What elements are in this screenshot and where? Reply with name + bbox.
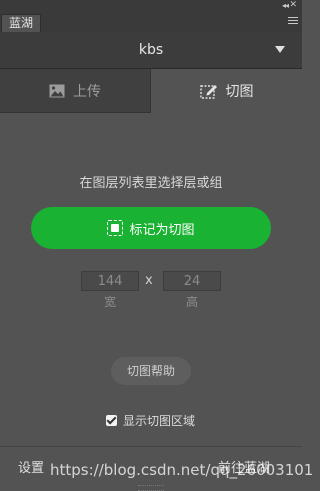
tab-upload-label: 上传: [73, 84, 101, 100]
height-input[interactable]: 24: [163, 271, 221, 291]
selection-hint: 在图层列表里选择层或组: [79, 176, 223, 191]
tab-slice-label: 切图: [225, 84, 254, 100]
mark-as-slice-label: 标记为切图: [129, 222, 195, 238]
close-panel-icon[interactable]: ✕: [289, 0, 297, 10]
footer-divider: [0, 446, 302, 447]
show-slice-area-label: 显示切图区域: [123, 414, 196, 428]
tab-slice[interactable]: 切图: [151, 69, 302, 113]
image-icon: [49, 84, 65, 98]
account-name[interactable]: kbs: [0, 32, 302, 68]
mark-as-slice-button[interactable]: 标记为切图: [31, 207, 271, 249]
panel-header: [0, 0, 302, 32]
show-slice-area-checkbox[interactable]: [106, 415, 117, 426]
height-label: 高: [185, 295, 198, 309]
panel-menu-icon[interactable]: [288, 17, 298, 25]
collapse-panel-icon[interactable]: ◂◂: [282, 1, 289, 10]
resize-grip[interactable]: [138, 485, 164, 491]
slice-icon: [199, 85, 217, 99]
show-slice-area-toggle[interactable]: 显示切图区域: [106, 412, 195, 429]
width-input[interactable]: 144: [81, 271, 139, 291]
width-label: 宽: [103, 295, 116, 309]
tab-upload[interactable]: 上传: [0, 69, 151, 113]
watermark: https://blog.csdn.net/qq_26003101: [50, 461, 314, 479]
size-separator: x: [145, 273, 153, 288]
settings-link[interactable]: 设置: [18, 457, 44, 476]
slice-help-button[interactable]: 切图帮助: [111, 357, 191, 385]
panel-tab-lanhu[interactable]: 蓝湖: [1, 14, 42, 32]
chevron-down-icon[interactable]: [275, 46, 285, 53]
slice-marker-icon: [107, 220, 124, 236]
